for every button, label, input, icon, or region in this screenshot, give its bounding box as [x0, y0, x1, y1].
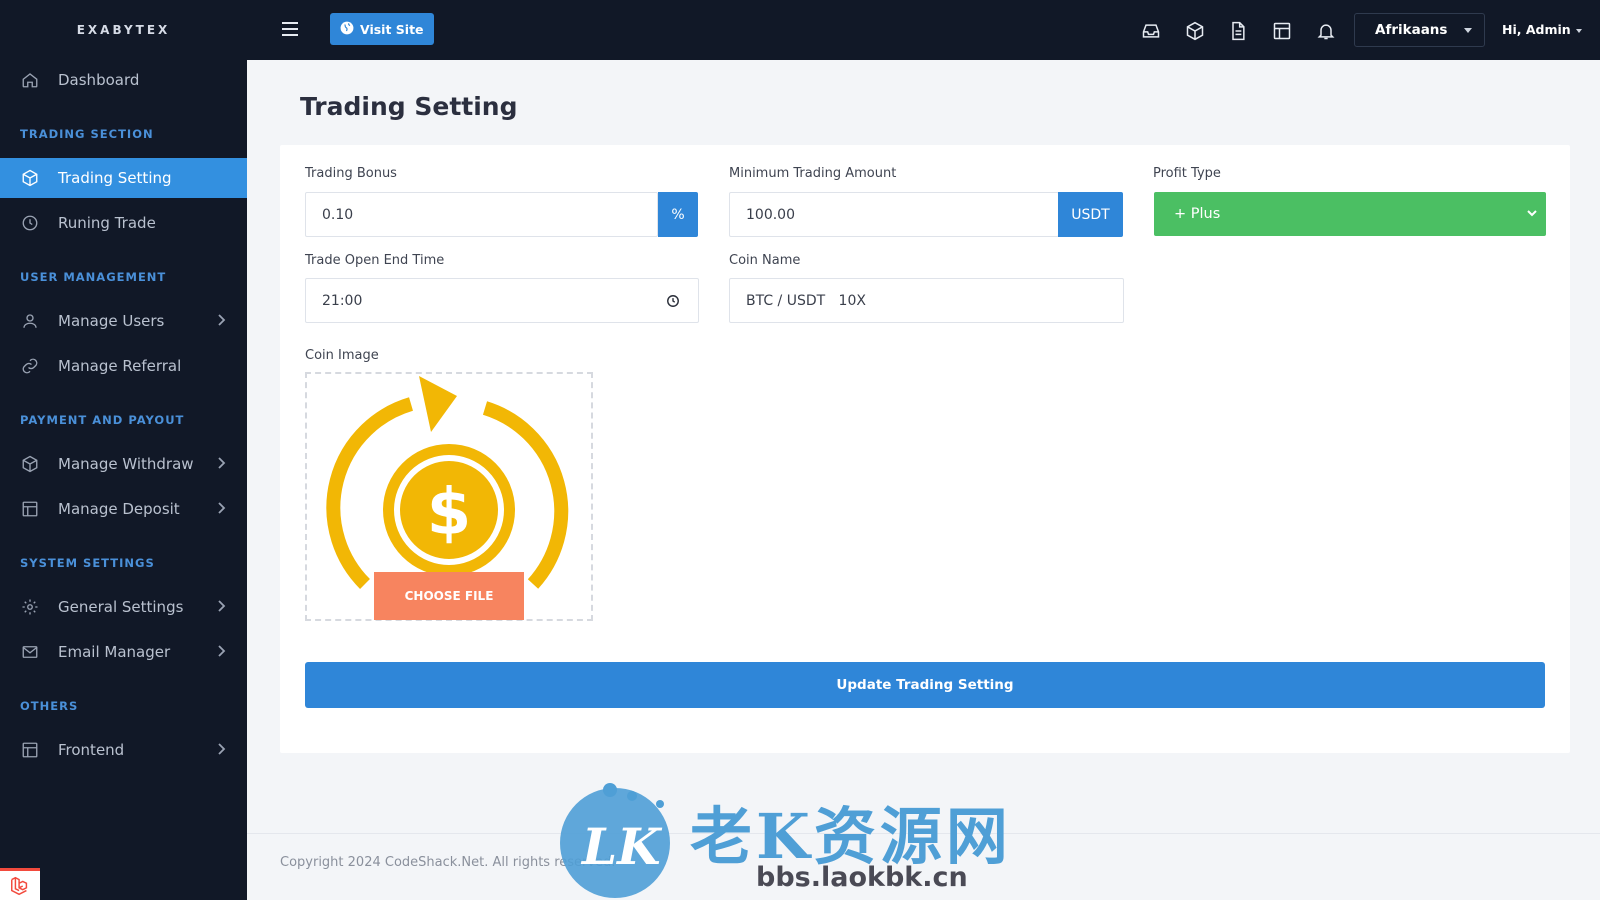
- chevron-right-icon: [217, 456, 227, 474]
- sidebar: EXABYTEX Dashboard TRADING SECTION Tradi…: [0, 0, 247, 900]
- sidebar-item-email-manager[interactable]: Email Manager: [0, 632, 247, 672]
- profit-type-select[interactable]: + Plus: [1154, 192, 1546, 236]
- sidebar-item-manage-referral[interactable]: Manage Referral: [0, 346, 247, 386]
- mail-icon: [20, 642, 40, 662]
- profit-type-label: Profit Type: [1153, 166, 1221, 181]
- layout-icon: [20, 740, 40, 760]
- cube-icon: [20, 454, 40, 474]
- sidebar-item-general-settings[interactable]: General Settings: [0, 587, 247, 627]
- user-menu[interactable]: Hi, Admin: [1502, 22, 1582, 37]
- chevron-right-icon: [217, 644, 227, 662]
- link-icon: [20, 356, 40, 376]
- visit-site-button[interactable]: Visit Site: [330, 13, 434, 45]
- laravel-debug-icon[interactable]: [0, 868, 40, 900]
- brand-logo[interactable]: EXABYTEX: [0, 0, 247, 60]
- cube-icon[interactable]: [1184, 20, 1206, 42]
- chevron-right-icon: [217, 501, 227, 519]
- menu-toggle-icon[interactable]: [280, 20, 300, 38]
- sidebar-item-manage-users[interactable]: Manage Users: [0, 301, 247, 341]
- trading-bonus-input[interactable]: 0.10: [305, 192, 658, 237]
- chevron-right-icon: [217, 742, 227, 760]
- sidebar-item-label: General Settings: [58, 598, 184, 616]
- chevron-right-icon: [217, 599, 227, 617]
- svg-text:LK: LK: [580, 817, 663, 876]
- update-trading-setting-button[interactable]: Update Trading Setting: [305, 662, 1545, 708]
- section-title-payment: PAYMENT AND PAYOUT: [20, 413, 185, 427]
- layout-icon: [20, 499, 40, 519]
- sidebar-item-label: Dashboard: [58, 71, 140, 89]
- minimum-trading-amount-input[interactable]: 100.00: [729, 192, 1059, 237]
- coin-name-label: Coin Name: [729, 253, 801, 268]
- language-select[interactable]: Afrikaans: [1354, 13, 1485, 47]
- section-title-users: USER MANAGEMENT: [20, 270, 167, 284]
- topbar: Visit Site Afrikaans Hi, Admin: [247, 0, 1600, 60]
- trade-open-end-time-label: Trade Open End Time: [305, 253, 445, 268]
- sidebar-item-manage-deposit[interactable]: Manage Deposit: [0, 489, 247, 529]
- sidebar-item-label: Manage Deposit: [58, 500, 180, 518]
- clock-icon[interactable]: [666, 294, 680, 312]
- coin-image-label: Coin Image: [305, 348, 379, 363]
- document-icon[interactable]: [1227, 20, 1249, 42]
- bell-icon[interactable]: [1315, 20, 1337, 42]
- coin-name-input[interactable]: BTC / USDT 10X: [729, 278, 1124, 323]
- sidebar-item-label: Manage Users: [58, 312, 165, 330]
- usdt-addon: USDT: [1058, 192, 1123, 237]
- user-icon: [20, 311, 40, 331]
- sidebar-item-running-trade[interactable]: Runing Trade: [0, 203, 247, 243]
- section-title-others: OTHERS: [20, 699, 79, 713]
- trade-open-end-time-input[interactable]: 21:00: [305, 278, 699, 323]
- section-title-system: SYSTEM SETTINGS: [20, 556, 155, 570]
- inbox-icon[interactable]: [1140, 20, 1162, 42]
- clock-icon: [20, 213, 40, 233]
- sidebar-item-label: Email Manager: [58, 643, 171, 661]
- page-title: Trading Setting: [300, 92, 518, 121]
- sidebar-item-label: Trading Setting: [58, 169, 172, 187]
- trading-bonus-label: Trading Bonus: [305, 166, 397, 181]
- section-title-trading: TRADING SECTION: [20, 127, 154, 141]
- sidebar-item-label: Runing Trade: [58, 214, 156, 232]
- chevron-right-icon: [217, 313, 227, 331]
- sidebar-item-dashboard[interactable]: Dashboard: [0, 60, 247, 100]
- watermark-url: bbs.laokbk.cn: [756, 862, 968, 893]
- home-icon: [20, 70, 40, 90]
- gear-icon: [20, 597, 40, 617]
- caret-down-icon: [1464, 28, 1472, 33]
- svg-text:$: $: [427, 476, 472, 550]
- choose-file-button[interactable]: CHOOSE FILE: [374, 572, 524, 620]
- sidebar-item-manage-withdraw[interactable]: Manage Withdraw: [0, 444, 247, 484]
- sidebar-item-label: Manage Referral: [58, 357, 182, 375]
- percent-addon: %: [658, 192, 698, 237]
- cube-icon: [20, 168, 40, 188]
- chevron-down-icon: [1526, 207, 1538, 223]
- caret-down-icon: [1575, 28, 1582, 33]
- globe-icon: [340, 21, 354, 38]
- sidebar-item-label: Manage Withdraw: [58, 455, 194, 473]
- sidebar-item-trading-setting[interactable]: Trading Setting: [0, 158, 247, 198]
- sidebar-item-label: Frontend: [58, 741, 125, 759]
- layout-icon[interactable]: [1271, 20, 1293, 42]
- sidebar-item-frontend[interactable]: Frontend: [0, 730, 247, 770]
- minimum-trading-amount-label: Minimum Trading Amount: [729, 166, 897, 181]
